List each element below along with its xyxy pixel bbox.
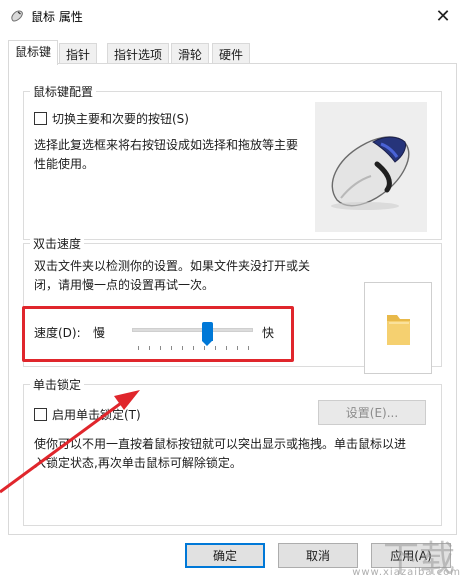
checkbox-label: 切换主要和次要的按钮(S): [52, 112, 189, 126]
group-title: 鼠标键配置: [30, 83, 97, 100]
tab-wheel[interactable]: 滑轮: [171, 43, 210, 64]
tab-pointer-options[interactable]: 指针选项: [107, 43, 170, 64]
double-click-description: 双击文件夹以检测你的设置。如果文件夹没打开或关 闭，请用慢一点的设置再试一次。: [34, 257, 334, 295]
tab-label: 指针选项: [114, 48, 163, 62]
click-lock-settings-button[interactable]: 设置(E)...: [318, 400, 426, 425]
slider-tick: [237, 346, 238, 350]
click-lock-checkbox-row[interactable]: 启用单击锁定(T): [34, 406, 141, 423]
click-lock-group: 单击锁定 启用单击锁定(T) 设置(E)... 使你可以不用一直按着鼠标按钮就可…: [23, 376, 442, 526]
button-config-description: 选择此复选框来将右按钮设成如选择和拖放等主要 性能使用。: [34, 136, 314, 174]
description-line: 选择此复选框来将右按钮设成如选择和拖放等主要: [34, 138, 299, 152]
description-line: 入锁定状态,再次单击鼠标可解除锁定。: [34, 456, 242, 470]
slider-tick: [171, 346, 172, 350]
checkbox-label: 启用单击锁定(T): [52, 408, 141, 422]
mouse-illustration: [315, 102, 427, 232]
description-line: 使你可以不用一直按着鼠标按钮就可以突出显示或拖拽。单击鼠标以进: [34, 437, 407, 451]
speed-label: 速度(D):: [34, 326, 81, 340]
slider-tick: [193, 346, 194, 350]
ok-button[interactable]: 确定: [185, 543, 265, 568]
tab-panel: 鼠标键配置 切换主要和次要的按钮(S) 选择此复选框来将右按钮设成如选择和拖放等…: [8, 63, 457, 535]
description-line: 性能使用。: [34, 157, 95, 171]
apply-button[interactable]: 应用(A): [371, 543, 451, 568]
double-click-speed-slider[interactable]: [132, 322, 253, 352]
description-line: 闭，请用慢一点的设置再试一次。: [34, 278, 215, 292]
tab-label: 滑轮: [178, 48, 203, 62]
tab-pointers[interactable]: 指针: [59, 43, 98, 64]
slider-tick: [204, 346, 205, 350]
tab-hardware[interactable]: 硬件: [212, 43, 251, 64]
slider-tick: [149, 346, 150, 350]
double-click-speed-group: 双击速度 双击文件夹以检测你的设置。如果文件夹没打开或关 闭，请用慢一点的设置再…: [23, 235, 442, 374]
group-title: 单击锁定: [30, 376, 85, 393]
click-lock-checkbox[interactable]: [34, 408, 47, 421]
test-folder-area[interactable]: [364, 282, 432, 374]
tab-label: 鼠标键: [15, 45, 52, 59]
folder-icon: [387, 315, 410, 345]
tab-buttons[interactable]: 鼠标键: [8, 40, 59, 65]
slider-tick: [215, 346, 216, 350]
switch-buttons-checkbox[interactable]: [34, 112, 47, 125]
switch-buttons-checkbox-row[interactable]: 切换主要和次要的按钮(S): [34, 110, 189, 127]
cancel-button[interactable]: 取消: [278, 543, 358, 568]
slider-track[interactable]: [132, 328, 253, 332]
close-icon: ✕: [435, 5, 451, 27]
slider-tick: [160, 346, 161, 350]
click-lock-description: 使你可以不用一直按着鼠标按钮就可以突出显示或拖拽。单击鼠标以进 入锁定状态,再次…: [34, 435, 434, 473]
title-bar: 鼠标 属性 ✕: [0, 0, 465, 32]
window-title: 鼠标 属性: [31, 10, 83, 24]
slider-tick: [182, 346, 183, 350]
fast-label: 快: [262, 326, 275, 340]
slider-tick: [248, 346, 249, 350]
description-line: 双击文件夹以检测你的设置。如果文件夹没打开或关: [34, 259, 311, 273]
tab-label: 指针: [66, 48, 91, 62]
watermark-url: www.xiazaiba.com: [352, 567, 461, 578]
slider-tick: [226, 346, 227, 350]
tab-label: 硬件: [219, 48, 244, 62]
slider-tick: [138, 346, 139, 350]
mouse-image-icon: [331, 136, 410, 210]
close-button[interactable]: ✕: [421, 0, 465, 32]
button-config-group: 鼠标键配置 切换主要和次要的按钮(S) 选择此复选框来将右按钮设成如选择和拖放等…: [23, 83, 442, 240]
group-title: 双击速度: [30, 235, 85, 252]
slider-thumb[interactable]: [202, 322, 213, 346]
mouse-icon: [11, 10, 23, 22]
slow-label: 慢: [93, 326, 106, 340]
